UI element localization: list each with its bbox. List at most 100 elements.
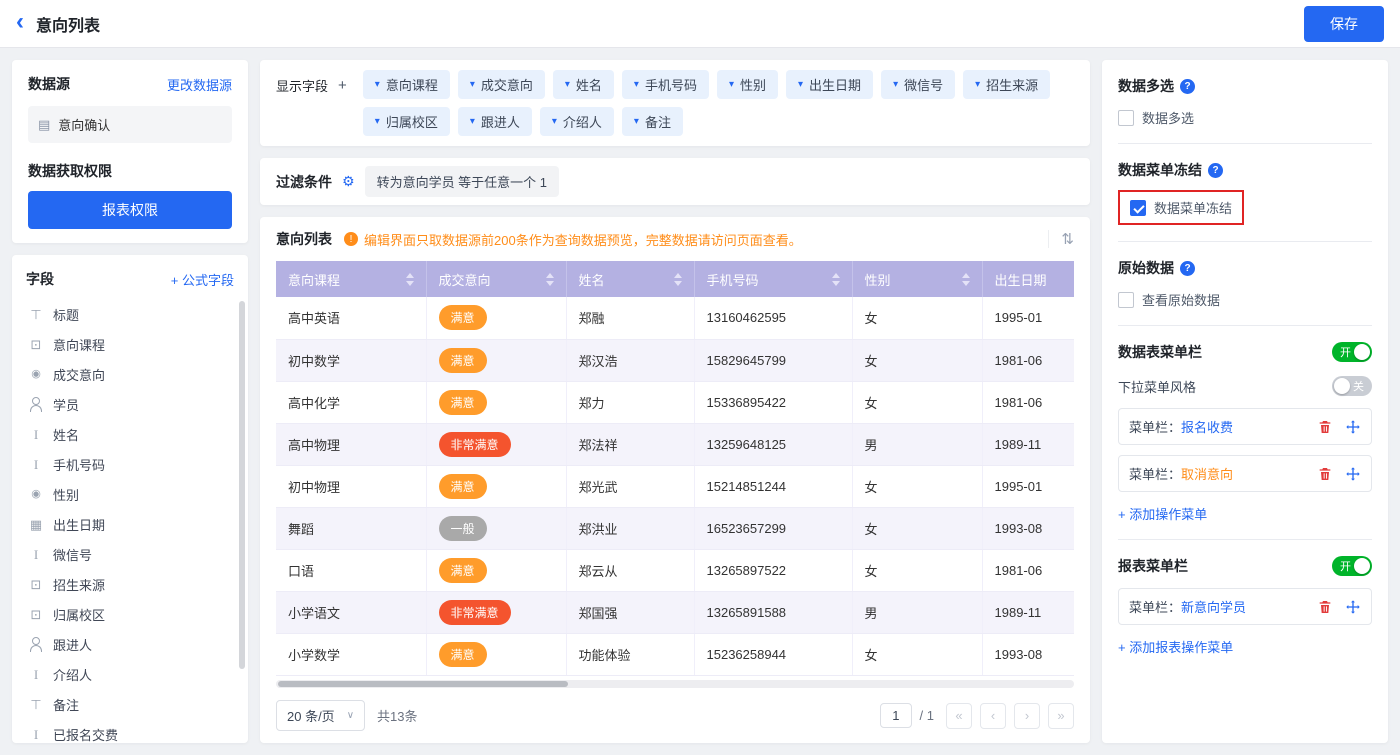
field-item[interactable]: ⊤备注 — [26, 689, 234, 719]
fields-scrollbar[interactable] — [239, 301, 245, 669]
field-item[interactable]: ⊡意向课程 — [26, 329, 234, 359]
chip-label: 介绍人 — [563, 112, 602, 131]
raw-data-option[interactable]: 查看原始数据 — [1118, 290, 1372, 309]
display-field-chip[interactable]: ▾姓名 — [553, 70, 614, 99]
help-icon[interactable]: ? — [1208, 163, 1223, 178]
column-header[interactable]: 意向课程 — [276, 261, 426, 297]
help-icon[interactable]: ? — [1180, 261, 1195, 276]
table-row[interactable]: 高中英语满意郑融13160462595女1995-01 — [276, 297, 1074, 339]
horizontal-scrollbar[interactable] — [276, 680, 1074, 688]
content: 数据源 更改数据源 ▤ 意向确认 数据获取权限 报表权限 字段 + 公式字段 ⊤… — [0, 48, 1400, 755]
display-field-chip[interactable]: ▾意向课程 — [363, 70, 450, 99]
column-header[interactable]: 出生日期 — [982, 261, 1074, 297]
table-row[interactable]: 初中数学满意郑汉浩15829645799女1981-06 — [276, 339, 1074, 381]
column-header[interactable]: 成交意向 — [426, 261, 566, 297]
sort-icon[interactable] — [832, 273, 840, 286]
datasource-item[interactable]: ▤ 意向确认 — [28, 106, 232, 143]
multi-select-checkbox[interactable] — [1118, 110, 1134, 126]
table-row[interactable]: 小学语文非常满意郑国强13265891588男1989-11 — [276, 591, 1074, 633]
field-item[interactable]: ◉成交意向 — [26, 359, 234, 389]
display-field-chip[interactable]: ▾成交意向 — [458, 70, 545, 99]
column-label: 意向课程 — [288, 270, 340, 289]
add-display-field-button[interactable]: + — [338, 77, 347, 94]
save-button[interactable]: 保存 — [1304, 6, 1384, 42]
add-formula-field-link[interactable]: + 公式字段 — [171, 270, 234, 289]
sort-icon[interactable] — [962, 273, 970, 286]
delete-icon[interactable] — [1317, 599, 1333, 615]
field-item[interactable]: ⊤标题 — [26, 299, 234, 329]
field-label: 跟进人 — [53, 635, 92, 654]
display-field-chip[interactable]: ▾微信号 — [881, 70, 955, 99]
multi-select-option[interactable]: 数据多选 — [1118, 108, 1372, 127]
move-icon[interactable] — [1345, 419, 1361, 435]
last-page-button[interactable]: » — [1048, 703, 1074, 729]
sort-icon[interactable] — [546, 273, 554, 286]
display-field-chip[interactable]: ▾出生日期 — [786, 70, 873, 99]
move-icon[interactable] — [1345, 599, 1361, 615]
raw-data-checkbox[interactable] — [1118, 292, 1134, 308]
field-item[interactable]: ◉性别 — [26, 479, 234, 509]
intent-cell: 一般 — [426, 507, 566, 549]
column-header[interactable]: 手机号码 — [694, 261, 852, 297]
menu-item: 菜单栏：新意向学员 — [1118, 588, 1372, 625]
table-row[interactable]: 舞蹈一般郑洪业16523657299女1993-08 — [276, 507, 1074, 549]
table-row[interactable]: 口语满意郑云从13265897522女1981-06 — [276, 549, 1074, 591]
table-row[interactable]: 小学数学满意功能体验15236258944女1993-08 — [276, 633, 1074, 675]
table-row[interactable]: 高中物理非常满意郑法祥13259648125男1989-11 — [276, 423, 1074, 465]
display-field-chip[interactable]: ▾归属校区 — [363, 107, 450, 136]
column-label: 成交意向 — [439, 270, 491, 289]
table-row[interactable]: 高中化学满意郑力15336895422女1981-06 — [276, 381, 1074, 423]
display-field-chip[interactable]: ▾介绍人 — [540, 107, 614, 136]
table-body: 高中英语满意郑融13160462595女1995-01初中数学满意郑汉浩1582… — [276, 297, 1074, 676]
first-page-button[interactable]: « — [946, 703, 972, 729]
column-header[interactable]: 性别 — [852, 261, 982, 297]
menu-freeze-checkbox[interactable] — [1130, 200, 1146, 216]
sort-icon[interactable] — [674, 273, 682, 286]
display-field-chip[interactable]: ▾跟进人 — [458, 107, 532, 136]
table-row[interactable]: 一般 — [276, 675, 1074, 676]
display-field-chip[interactable]: ▾招生来源 — [963, 70, 1050, 99]
move-icon[interactable] — [1345, 466, 1361, 482]
display-field-chip[interactable]: ▾备注 — [622, 107, 683, 136]
field-item[interactable]: 学员 — [26, 389, 234, 419]
sort-order-icon[interactable]: ⇅ — [1048, 230, 1074, 248]
delete-icon[interactable] — [1317, 419, 1333, 435]
intent-badge: 满意 — [439, 642, 487, 667]
filter-condition-chip[interactable]: 转为意向学员 等于任意一个 1 — [365, 166, 559, 197]
help-icon[interactable]: ? — [1180, 79, 1195, 94]
field-label: 姓名 — [53, 425, 79, 444]
field-item[interactable]: I 姓名 — [26, 419, 234, 449]
field-item[interactable]: I手机号码 — [26, 449, 234, 479]
scrollbar-thumb[interactable] — [278, 681, 568, 687]
dropdown-style-toggle[interactable]: 关 — [1332, 376, 1372, 396]
field-item[interactable]: 跟进人 — [26, 629, 234, 659]
display-field-chip[interactable]: ▾性别 — [717, 70, 778, 99]
table-row[interactable]: 初中物理满意郑光武15214851244女1995-01 — [276, 465, 1074, 507]
field-item[interactable]: ⊡归属校区 — [26, 599, 234, 629]
text-icon: I — [28, 428, 44, 441]
warning-icon: ! — [344, 232, 358, 246]
delete-icon[interactable] — [1317, 466, 1333, 482]
field-item[interactable]: ▦出生日期 — [26, 509, 234, 539]
column-header[interactable]: 姓名 — [566, 261, 694, 297]
field-item[interactable]: I微信号 — [26, 539, 234, 569]
next-page-button[interactable]: › — [1014, 703, 1040, 729]
report-menu-toggle[interactable]: 开 — [1332, 556, 1372, 576]
field-item[interactable]: I已报名交费 — [26, 719, 234, 743]
table-menu-toggle[interactable]: 开 — [1332, 342, 1372, 362]
change-datasource-link[interactable]: 更改数据源 — [167, 75, 232, 94]
page-size-select[interactable]: 20 条/页 ∨ — [276, 700, 365, 731]
page-input[interactable]: 1 — [880, 703, 911, 728]
field-item[interactable]: I介绍人 — [26, 659, 234, 689]
divider — [1118, 143, 1372, 144]
prev-page-button[interactable]: ‹ — [980, 703, 1006, 729]
sort-icon[interactable] — [406, 273, 414, 286]
add-operation-menu-link[interactable]: + 添加操作菜单 — [1118, 504, 1207, 523]
display-field-chip[interactable]: ▾手机号码 — [622, 70, 709, 99]
field-item[interactable]: ⊡招生来源 — [26, 569, 234, 599]
gear-icon[interactable]: ⚙ — [342, 173, 355, 190]
back-icon[interactable]: ‹ — [16, 10, 24, 34]
table-title: 意向列表 — [276, 229, 332, 249]
report-permission-button[interactable]: 报表权限 — [28, 191, 232, 229]
add-report-menu-link[interactable]: + 添加报表操作菜单 — [1118, 637, 1233, 656]
